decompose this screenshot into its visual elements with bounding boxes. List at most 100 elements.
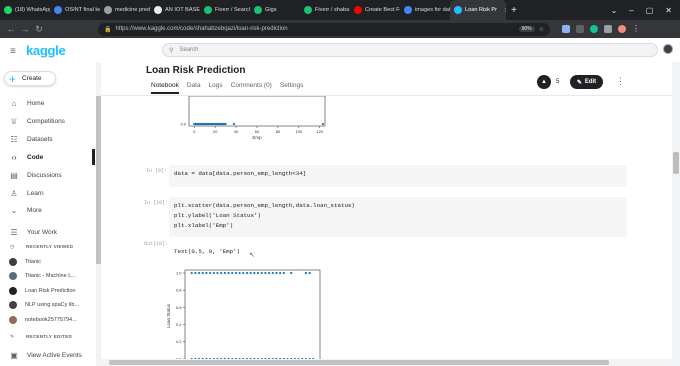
browser-tab-label: (18) WhatsApp bbox=[15, 7, 50, 13]
data-point bbox=[216, 271, 219, 275]
recent-item[interactable]: NLP using spaCy lib... bbox=[0, 299, 96, 311]
notebook-content: Loan Risk Prediction Notebook Data Logs Com… bbox=[101, 62, 672, 366]
favicon-icon bbox=[454, 6, 462, 14]
edit-button[interactable]: ✎ Edit bbox=[570, 75, 603, 89]
sidebar-item-code[interactable]: ‹› Code bbox=[0, 150, 96, 164]
your-work-link[interactable]: ☰ Your Work bbox=[0, 225, 96, 239]
url-field[interactable]: 🔒 https://www.kaggle.com/code/shahabzebq… bbox=[98, 22, 550, 36]
x-tick-label: 100 bbox=[296, 129, 303, 134]
reload-icon[interactable]: ↻ bbox=[32, 24, 46, 35]
browser-tab-label: AN IOT BASED bbox=[165, 7, 200, 13]
create-button[interactable]: + Create bbox=[4, 71, 56, 86]
browser-tab-label: Gigs bbox=[265, 7, 277, 13]
sidebar-item-competitions[interactable]: ♕ Competitions bbox=[0, 114, 96, 128]
data-point bbox=[223, 271, 226, 275]
browser-tab[interactable]: medicine pred bbox=[100, 0, 150, 20]
tab-notebook[interactable]: Notebook bbox=[151, 82, 179, 94]
browser-tab[interactable]: Create Best Fo bbox=[350, 0, 400, 20]
star-icon[interactable]: ☆ bbox=[539, 26, 544, 33]
code-cell[interactable]: data = data[data.person_emp_length<34] bbox=[169, 165, 627, 187]
avatar[interactable] bbox=[663, 44, 673, 54]
browser-tab[interactable]: (18) WhatsApp bbox=[0, 0, 50, 20]
favicon-icon bbox=[354, 6, 362, 14]
chart-emp-scatter: 0 20 40 60 80 100 120 0.0 Emp bbox=[180, 96, 326, 140]
grammarly-icon[interactable] bbox=[590, 25, 598, 33]
create-label: Create bbox=[22, 75, 42, 82]
puzzle-icon[interactable] bbox=[604, 25, 612, 33]
data-point bbox=[201, 271, 204, 275]
sidebar-item-more[interactable]: ⌄ More bbox=[0, 203, 96, 217]
upvote-button[interactable]: ▲ bbox=[537, 75, 551, 89]
menu-icon[interactable]: ⋮ bbox=[632, 25, 640, 33]
pencil-icon: ✎ bbox=[576, 79, 582, 86]
browser-tab[interactable]: AN IOT BASED bbox=[150, 0, 200, 20]
search-placeholder: Search bbox=[179, 47, 199, 53]
search-input[interactable]: ⚲ Search bbox=[162, 43, 658, 57]
horizontal-scroll-thumb[interactable] bbox=[109, 360, 609, 365]
back-icon[interactable]: ← bbox=[4, 24, 18, 34]
tab-search-icon[interactable]: ⌄ bbox=[611, 6, 618, 15]
data-point bbox=[194, 271, 197, 275]
page-title: Loan Risk Prediction bbox=[146, 65, 246, 76]
code-cell[interactable]: plt.scatter(data.person_emp_length,data.… bbox=[169, 197, 627, 237]
close-window-icon[interactable]: ✕ bbox=[665, 6, 672, 15]
browser-tab[interactable]: Gigs bbox=[250, 0, 300, 20]
recent-item-label: notebook25775794... bbox=[25, 317, 77, 323]
sidebar-item-label: Home bbox=[27, 99, 45, 107]
browser-tab[interactable]: Fiverr / Search bbox=[200, 0, 250, 20]
tab-comments[interactable]: Comments (0) bbox=[231, 82, 272, 94]
x-tick-label: 40 bbox=[234, 129, 239, 134]
data-point bbox=[220, 271, 223, 275]
browser-tab-bar: (18) WhatsApp OSINT final kedaa medicine p… bbox=[0, 0, 680, 20]
hamburger-menu-icon[interactable]: ≡ bbox=[10, 46, 16, 57]
forward-icon[interactable]: → bbox=[18, 24, 32, 34]
browser-tab[interactable]: Loan Risk Pr✕ bbox=[450, 0, 506, 20]
data-point bbox=[245, 271, 249, 275]
sidebar-item-discussions[interactable]: ▤ Discussions bbox=[0, 168, 96, 182]
view-active-events-link[interactable]: ▣ View Active Events bbox=[0, 348, 96, 362]
download-icon[interactable] bbox=[562, 25, 570, 33]
recent-item[interactable]: Loan Risk Prediction bbox=[0, 285, 96, 297]
recent-item[interactable]: notebook25775794... bbox=[0, 314, 96, 326]
profile-icon[interactable] bbox=[618, 25, 626, 33]
maximize-icon[interactable]: ▢ bbox=[646, 6, 654, 15]
tab-data[interactable]: Data bbox=[187, 82, 201, 94]
data-point bbox=[242, 271, 245, 275]
school-icon: ♙ bbox=[10, 188, 18, 198]
data-point bbox=[227, 271, 230, 275]
more-options-icon[interactable]: ⋮ bbox=[616, 76, 625, 87]
code-icon: ‹› bbox=[11, 152, 17, 162]
recent-item[interactable]: Titanic - Machine L... bbox=[0, 270, 96, 282]
sidebar-item-home[interactable]: ⌂ Home bbox=[0, 96, 96, 110]
extension-icon[interactable] bbox=[576, 25, 584, 33]
new-tab-button[interactable]: + bbox=[506, 5, 522, 16]
data-point bbox=[253, 271, 256, 275]
y-tick-label: 0.2 bbox=[176, 339, 182, 344]
zoom-badge[interactable]: 90% bbox=[518, 26, 535, 32]
kaggle-logo[interactable]: kaggle bbox=[26, 43, 66, 58]
data-point bbox=[234, 271, 238, 275]
horizontal-scrollbar[interactable] bbox=[101, 359, 672, 366]
favicon-icon bbox=[204, 6, 212, 14]
page-scrollbar[interactable] bbox=[672, 62, 680, 366]
tab-logs[interactable]: Logs bbox=[209, 82, 223, 94]
sidebar-item-datasets[interactable]: ☷ Datasets bbox=[0, 132, 96, 146]
edit-history-icon: ✎ bbox=[10, 334, 15, 340]
chevron-down-icon: ⌄ bbox=[10, 205, 18, 215]
sidebar-item-learn[interactable]: ♙ Learn bbox=[0, 186, 96, 200]
notebook-thumbnail bbox=[9, 287, 17, 295]
browser-tab[interactable]: Fiverr / shaba bbox=[300, 0, 350, 20]
x-axis-label: Emp bbox=[252, 135, 262, 140]
page-scroll-thumb[interactable] bbox=[673, 152, 679, 174]
browser-tab[interactable]: OSINT final kedaa bbox=[50, 0, 100, 20]
y-tick-label: 0.6 bbox=[176, 305, 182, 310]
data-point bbox=[256, 271, 260, 275]
recent-item[interactable]: Titanic bbox=[0, 256, 96, 268]
favicon-icon bbox=[254, 6, 262, 14]
sidebar-item-label: Discussions bbox=[27, 171, 62, 179]
minimize-icon[interactable]: – bbox=[629, 6, 633, 15]
sidebar-item-label: Datasets bbox=[27, 135, 53, 143]
browser-tab[interactable]: images for dat bbox=[400, 0, 450, 20]
tab-settings[interactable]: Settings bbox=[280, 82, 304, 94]
recent-item-label: Titanic - Machine L... bbox=[25, 273, 76, 279]
